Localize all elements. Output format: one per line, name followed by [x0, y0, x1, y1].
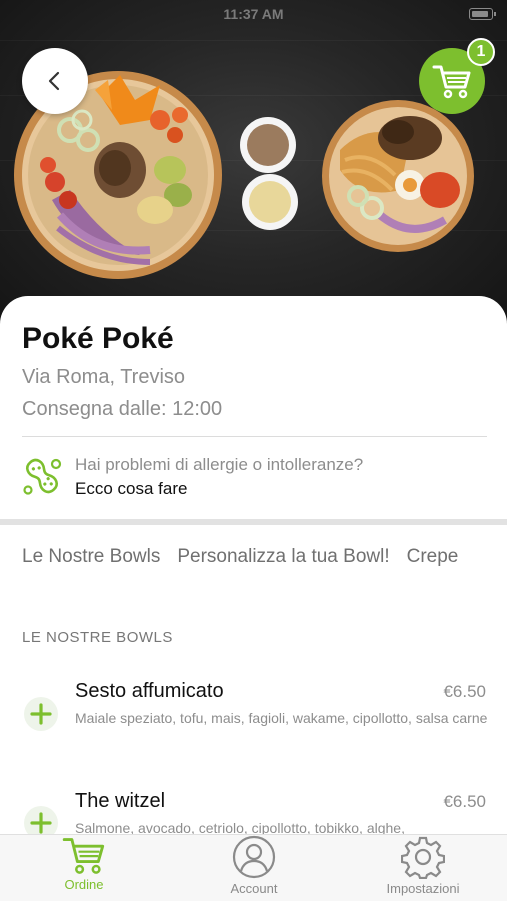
divider: [22, 436, 487, 437]
nav-label: Account: [230, 881, 278, 896]
nav-impostazioni[interactable]: Impostazioni: [373, 835, 473, 901]
item-price: €6.50: [443, 682, 486, 701]
allergy-question[interactable]: Hai problemi di allergie o intolleranze?: [75, 455, 363, 475]
back-button[interactable]: [22, 48, 88, 114]
menu-item[interactable]: Sesto affumicato €6.50 Maiale speziato, …: [0, 670, 507, 760]
restaurant-address: Via Roma, Treviso: [22, 366, 186, 388]
peanut-icon[interactable]: [20, 454, 64, 498]
delivery-time: Consegna dalle: 12:00: [22, 398, 223, 420]
chevron-left-icon: [48, 71, 60, 91]
item-name: The witzel: [75, 790, 166, 812]
add-item-button[interactable]: [24, 806, 58, 834]
shopping-cart-icon: [432, 65, 471, 99]
category-tabs: Le Nostre Bowls Personalizza la tua Bowl!…: [22, 546, 475, 568]
shopping-cart-icon: [62, 838, 105, 874]
item-name: Sesto affumicato: [75, 680, 224, 702]
tab-personalizza-bowl[interactable]: Personalizza la tua Bowl!: [177, 546, 389, 567]
cart-count-badge: 1: [467, 38, 495, 66]
tab-crepe[interactable]: Crepe: [407, 546, 459, 567]
nav-label: Ordine: [64, 877, 104, 892]
bottom-navigation: Ordine Account Impostazioni: [0, 834, 507, 901]
tab-le-nostre-bowls[interactable]: Le Nostre Bowls: [22, 546, 160, 567]
item-description: Maiale speziato, tofu, mais, fagioli, wa…: [75, 710, 488, 726]
hero-image: [0, 0, 507, 330]
user-icon: [232, 835, 276, 879]
status-time: 11:37 AM: [223, 6, 284, 22]
plus-icon: [30, 703, 52, 725]
add-item-button[interactable]: [24, 697, 58, 731]
gear-icon: [401, 836, 445, 879]
section-title: LE NOSTRE BOWLS: [22, 629, 173, 646]
allergy-action-link[interactable]: Ecco cosa fare: [75, 479, 187, 499]
restaurant-name: Poké Poké: [22, 322, 174, 355]
section-separator: [0, 519, 507, 525]
plus-icon: [30, 812, 52, 834]
item-price: €6.50: [443, 792, 486, 811]
poke-bowls-photo: [14, 71, 474, 279]
nav-ordine[interactable]: Ordine: [44, 835, 124, 901]
nav-account[interactable]: Account: [214, 835, 294, 901]
nav-label: Impostazioni: [386, 881, 460, 896]
battery-icon: [469, 8, 496, 20]
menu-item[interactable]: The witzel €6.50 Salmone, avocado, cetri…: [0, 780, 507, 834]
item-description: Salmone, avocado, cetriolo, cipollotto, …: [75, 820, 405, 834]
